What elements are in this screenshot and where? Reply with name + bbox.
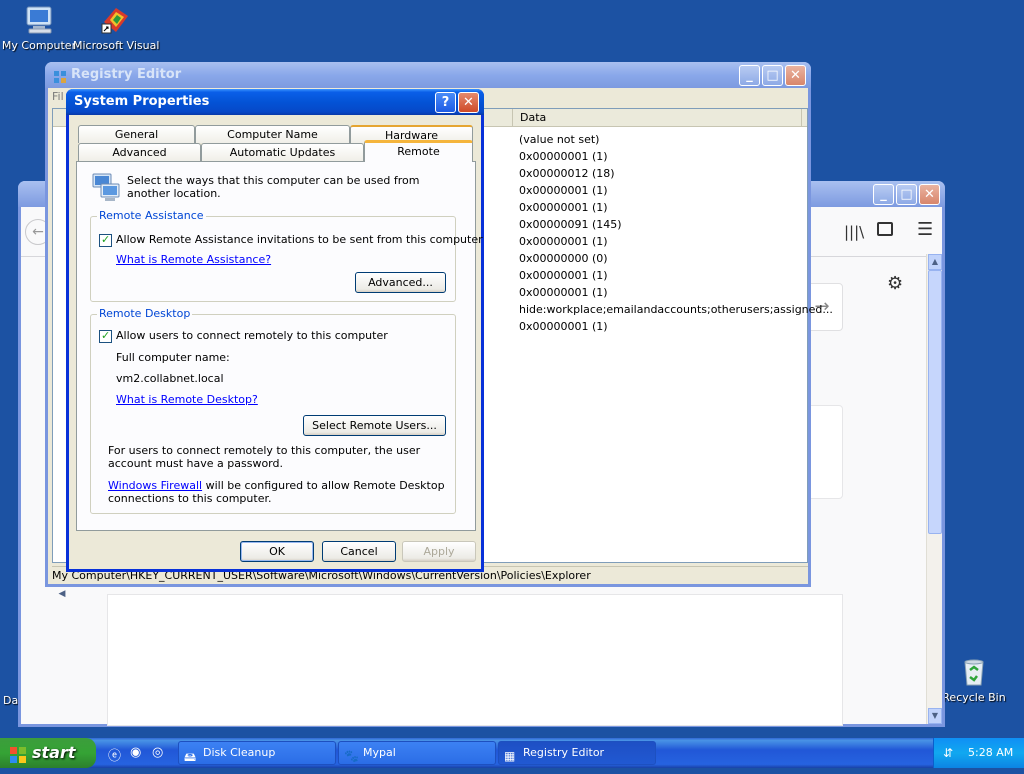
registry-icon xyxy=(53,68,67,83)
apply-button[interactable]: Apply xyxy=(402,541,476,562)
mypal-icon: 🐾 xyxy=(344,749,359,763)
list-item[interactable]: (value not set) xyxy=(512,131,812,148)
windows-logo-icon xyxy=(9,744,27,763)
system-properties-dialog: System Properties ? ✕ General Computer N… xyxy=(66,89,484,572)
start-button[interactable]: start xyxy=(0,738,96,768)
remote-tab-panel: Select the ways that this computer can b… xyxy=(76,161,483,531)
data-column: (value not set) 0x00000001 (1) 0x0000001… xyxy=(512,131,833,335)
full-computer-name-label: Full computer name: xyxy=(116,351,230,364)
desktop-icon-label: My Computer xyxy=(1,39,77,52)
maximize-icon[interactable]: □ xyxy=(896,184,917,205)
tab-remote[interactable]: Remote xyxy=(364,140,473,162)
desktop-partial-label: Da xyxy=(3,694,19,707)
my-computer-icon xyxy=(23,4,55,36)
start-label: start xyxy=(32,743,76,762)
task-label: Registry Editor xyxy=(523,746,605,759)
list-item[interactable]: hide:workplace;emailandaccounts;otheruse… xyxy=(512,301,833,318)
dialog-titlebar: System Properties ? ✕ xyxy=(66,89,484,115)
remote-desktop-group: Remote Desktop Allow users to connect re… xyxy=(90,307,456,514)
remote-assistance-checkbox[interactable] xyxy=(99,233,112,247)
list-item[interactable]: 0x00000001 (1) xyxy=(512,318,812,335)
remote-desktop-checkbox[interactable] xyxy=(99,329,112,343)
scroll-thumb[interactable] xyxy=(928,270,942,534)
select-remote-users-button[interactable]: Select Remote Users... xyxy=(303,415,446,436)
remote-assistance-checkbox-label[interactable]: Allow Remote Assistance invitations to b… xyxy=(116,233,483,246)
disk-cleanup-icon: 🖴 xyxy=(184,750,197,764)
taskbar-item-disk-cleanup[interactable]: 🖴 Disk Cleanup xyxy=(178,741,336,765)
minimize-icon[interactable]: _ xyxy=(739,65,760,86)
close-icon[interactable]: ✕ xyxy=(785,65,806,86)
close-icon[interactable]: ✕ xyxy=(458,92,479,113)
remote-desktop-legend: Remote Desktop xyxy=(97,307,193,320)
desktop-icon-label: Microsoft Visual xyxy=(73,39,160,52)
system-tray: ⇵ 5:28 AM xyxy=(933,738,1024,768)
registry-editor-titlebar: Registry Editor _ □ ✕ xyxy=(45,62,811,88)
remote-assistance-legend: Remote Assistance xyxy=(97,209,206,222)
scroll-up-icon[interactable]: ▲ xyxy=(928,254,942,270)
list-item[interactable]: 0x00000001 (1) xyxy=(512,148,812,165)
tab-general[interactable]: General xyxy=(78,125,195,143)
remote-desktop-checkbox-label[interactable]: Allow users to connect remotely to this … xyxy=(116,329,388,342)
taskbar-item-mypal[interactable]: 🐾 Mypal xyxy=(338,741,496,765)
list-item[interactable]: 0x00000001 (1) xyxy=(512,233,812,250)
firewall-note: Windows Firewall will be configured to a… xyxy=(108,479,446,505)
dialog-title: System Properties xyxy=(74,94,210,109)
list-item[interactable]: 0x00000000 (0) xyxy=(512,250,812,267)
column-header-data[interactable]: Data xyxy=(520,111,546,124)
remote-computers-icon xyxy=(91,171,123,203)
network-icon[interactable]: ⇵ xyxy=(943,738,953,768)
windows-firewall-link[interactable]: Windows Firewall xyxy=(108,479,202,492)
maximize-icon[interactable]: □ xyxy=(762,65,783,86)
taskbar-item-registry-editor[interactable]: ▦ Registry Editor xyxy=(498,741,656,765)
list-item[interactable]: 0x00000001 (1) xyxy=(512,199,812,216)
list-item[interactable]: 0x00000012 (18) xyxy=(512,165,812,182)
media-player-icon[interactable]: ◎ xyxy=(152,745,163,760)
visual-studio-icon xyxy=(100,4,132,36)
minimize-icon[interactable]: _ xyxy=(873,184,894,205)
hamburger-menu-icon[interactable]: ☰ xyxy=(917,219,933,240)
clock[interactable]: 5:28 AM xyxy=(968,738,1013,768)
computer-name-value: vm2.collabnet.local xyxy=(116,372,224,385)
remote-assistance-group: Remote Assistance Allow Remote Assistanc… xyxy=(90,209,483,302)
scroll-left-icon[interactable]: ◀ xyxy=(55,589,69,605)
task-label: Disk Cleanup xyxy=(203,746,276,759)
list-item[interactable]: 0x00000001 (1) xyxy=(512,284,812,301)
list-item[interactable]: 0x00000001 (1) xyxy=(512,182,812,199)
tab-advanced[interactable]: Advanced xyxy=(78,143,201,161)
menu-file[interactable]: Fil xyxy=(52,90,64,103)
intro-text: Select the ways that this computer can b… xyxy=(127,174,420,200)
task-label: Mypal xyxy=(363,746,396,759)
what-is-remote-desktop-link[interactable]: What is Remote Desktop? xyxy=(116,393,258,406)
ok-button[interactable]: OK xyxy=(240,541,314,562)
tab-computer-name[interactable]: Computer Name xyxy=(195,125,350,143)
library-icon[interactable]: |||\ xyxy=(844,223,864,241)
scrollbar[interactable]: ▲ ▼ xyxy=(926,254,942,724)
content-card-bottom xyxy=(107,594,843,726)
list-item[interactable]: 0x00000091 (145) xyxy=(512,216,812,233)
close-icon[interactable]: ✕ xyxy=(919,184,940,205)
what-is-remote-assistance-link[interactable]: What is Remote Assistance? xyxy=(116,253,271,266)
desktop-icon-my-computer[interactable]: My Computer xyxy=(0,4,82,52)
tab-automatic-updates[interactable]: Automatic Updates xyxy=(201,143,364,161)
help-icon[interactable]: ? xyxy=(435,92,456,113)
scroll-down-icon[interactable]: ▼ xyxy=(928,708,942,724)
mypal-quicklaunch-icon[interactable]: ◉ xyxy=(130,745,141,760)
advanced-button[interactable]: Advanced... xyxy=(355,272,446,293)
registry-editor-icon: ▦ xyxy=(504,749,516,763)
list-item[interactable]: 0x00000001 (1) xyxy=(512,267,812,284)
desktop-icon-visual-studio[interactable]: Microsoft Visual xyxy=(73,4,159,52)
taskbar: start ⓔ ◉ ◎ 🖴 Disk Cleanup 🐾 Mypal ▦ Reg… xyxy=(0,738,1024,768)
password-note: For users to connect remotely to this co… xyxy=(108,444,421,470)
ie-icon[interactable]: ⓔ xyxy=(108,745,121,764)
sidebar-icon[interactable] xyxy=(877,222,893,236)
recycle-bin-icon xyxy=(958,656,990,688)
cancel-button[interactable]: Cancel xyxy=(322,541,396,562)
window-title: Registry Editor xyxy=(71,67,182,82)
gear-icon[interactable]: ⚙ xyxy=(887,273,903,294)
